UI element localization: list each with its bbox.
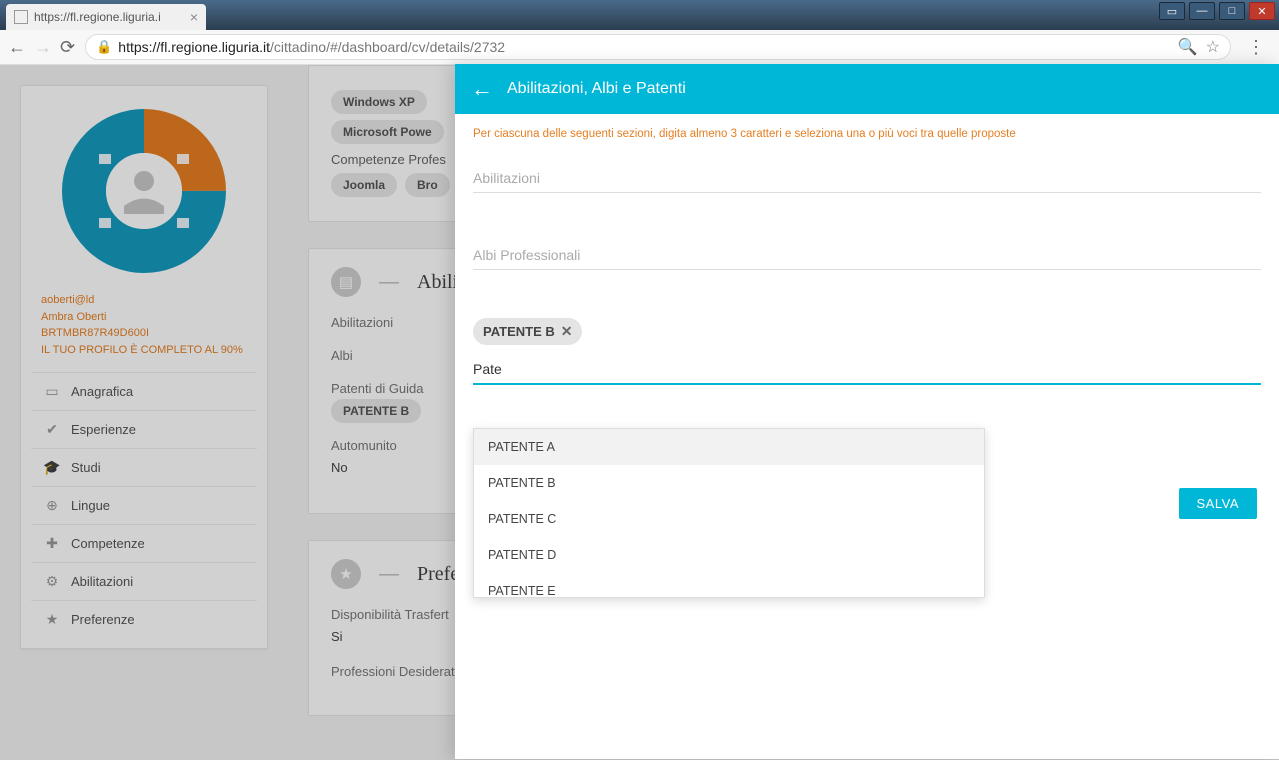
panel-title: Abilitazioni, Albi e Patenti (507, 80, 686, 98)
dropdown-option[interactable]: PATENTE D (474, 537, 984, 573)
patenti-input[interactable] (473, 355, 1261, 385)
address-bar: ← → ⟳ 🔒 https://fl.regione.liguria.it/ci… (0, 30, 1279, 64)
tab-bar: https://fl.regione.liguria.i × ▭ — □ ✕ (0, 0, 1279, 30)
dropdown-option[interactable]: PATENTE B (474, 465, 984, 501)
help-text: Per ciascuna delle seguenti sezioni, dig… (473, 128, 1261, 140)
browser-chrome: https://fl.regione.liguria.i × ▭ — □ ✕ ←… (0, 0, 1279, 65)
edit-panel: ← Abilitazioni, Albi e Patenti Per ciasc… (455, 64, 1279, 759)
window-user-icon[interactable]: ▭ (1159, 2, 1185, 20)
dropdown-option[interactable]: PATENTE C (474, 501, 984, 537)
tab-close-icon[interactable]: × (190, 9, 198, 25)
autocomplete-dropdown[interactable]: PATENTE A PATENTE B PATENTE C PATENTE D … (473, 428, 985, 598)
url-host: https://fl.regione.liguria.it (118, 39, 270, 55)
panel-header: ← Abilitazioni, Albi e Patenti (455, 64, 1279, 114)
window-close[interactable]: ✕ (1249, 2, 1275, 20)
chip-remove-icon[interactable]: ✕ (561, 323, 573, 340)
albi-input[interactable] (473, 241, 1261, 270)
zoom-icon[interactable]: 🔍 (1178, 37, 1198, 57)
back-icon[interactable]: ← (8, 37, 26, 58)
dropdown-option[interactable]: PATENTE A (474, 429, 984, 465)
dropdown-option[interactable]: PATENTE E (474, 573, 984, 598)
abilitazioni-input[interactable] (473, 164, 1261, 193)
window-minimize[interactable]: — (1189, 2, 1215, 20)
window-controls: ▭ — □ ✕ (1159, 2, 1275, 20)
browser-tab[interactable]: https://fl.regione.liguria.i × (6, 4, 206, 30)
lock-icon: 🔒 (96, 39, 112, 55)
forward-icon: → (34, 37, 52, 58)
save-button[interactable]: SALVA (1179, 488, 1257, 519)
tab-title: https://fl.regione.liguria.i (34, 10, 161, 24)
menu-icon[interactable]: ⋮ (1241, 37, 1271, 58)
window-maximize[interactable]: □ (1219, 2, 1245, 20)
file-icon (14, 10, 28, 24)
url-input[interactable]: 🔒 https://fl.regione.liguria.it/cittadin… (85, 34, 1231, 60)
patente-chip: PATENTE B ✕ (473, 318, 582, 345)
star-icon[interactable]: ☆ (1206, 37, 1220, 57)
back-arrow-icon[interactable]: ← (471, 76, 493, 102)
url-path: /cittadino/#/dashboard/cv/details/2732 (270, 39, 505, 55)
reload-icon[interactable]: ⟳ (60, 37, 75, 58)
